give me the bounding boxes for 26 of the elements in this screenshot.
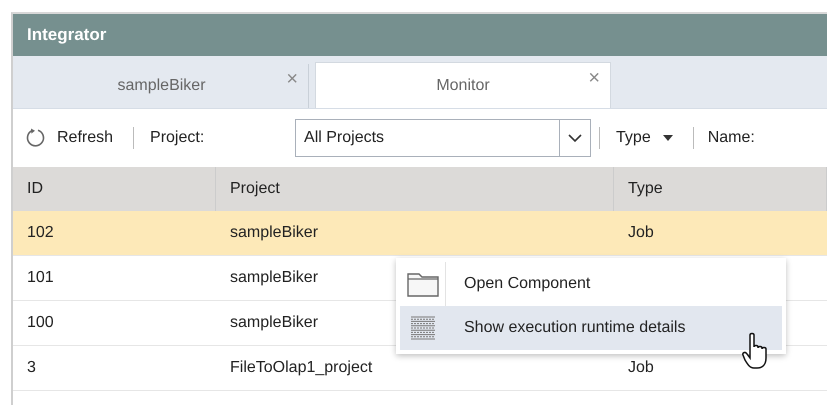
table-cell: sampleBiker — [230, 314, 318, 331]
project-dropdown[interactable]: All Projects — [295, 119, 592, 157]
table-cell: 100 — [27, 314, 54, 331]
project-label: Project: — [150, 129, 206, 147]
table-cell: 102 — [27, 224, 54, 241]
caret-icon — [662, 135, 673, 141]
table-cell: sampleBiker — [230, 269, 318, 286]
table-cell: 101 — [27, 269, 54, 286]
tab[interactable]: Monitor × — [315, 62, 611, 108]
table-cell: Job — [628, 359, 654, 376]
table-row[interactable]: 102 sampleBiker Job — [13, 211, 827, 256]
close-icon[interactable]: × — [588, 67, 600, 90]
chevron-down-icon — [568, 134, 582, 142]
refresh-icon — [25, 127, 47, 149]
type-menu-button[interactable]: Type — [612, 129, 677, 147]
table-cell: sampleBiker — [230, 224, 318, 241]
refresh-button[interactable]: Refresh — [21, 127, 118, 149]
table-cell: Job — [628, 224, 654, 241]
folder-icon — [407, 271, 439, 297]
name-label: Name: — [708, 129, 755, 147]
tab[interactable]: sampleBiker × — [15, 64, 309, 108]
list-icon — [410, 315, 436, 341]
table-cell: 3 — [27, 359, 36, 376]
menu-item[interactable]: Show execution runtime details — [400, 306, 782, 350]
window-title: Integrator — [27, 25, 106, 45]
table-cell: FileToOlap1_project — [230, 359, 372, 376]
